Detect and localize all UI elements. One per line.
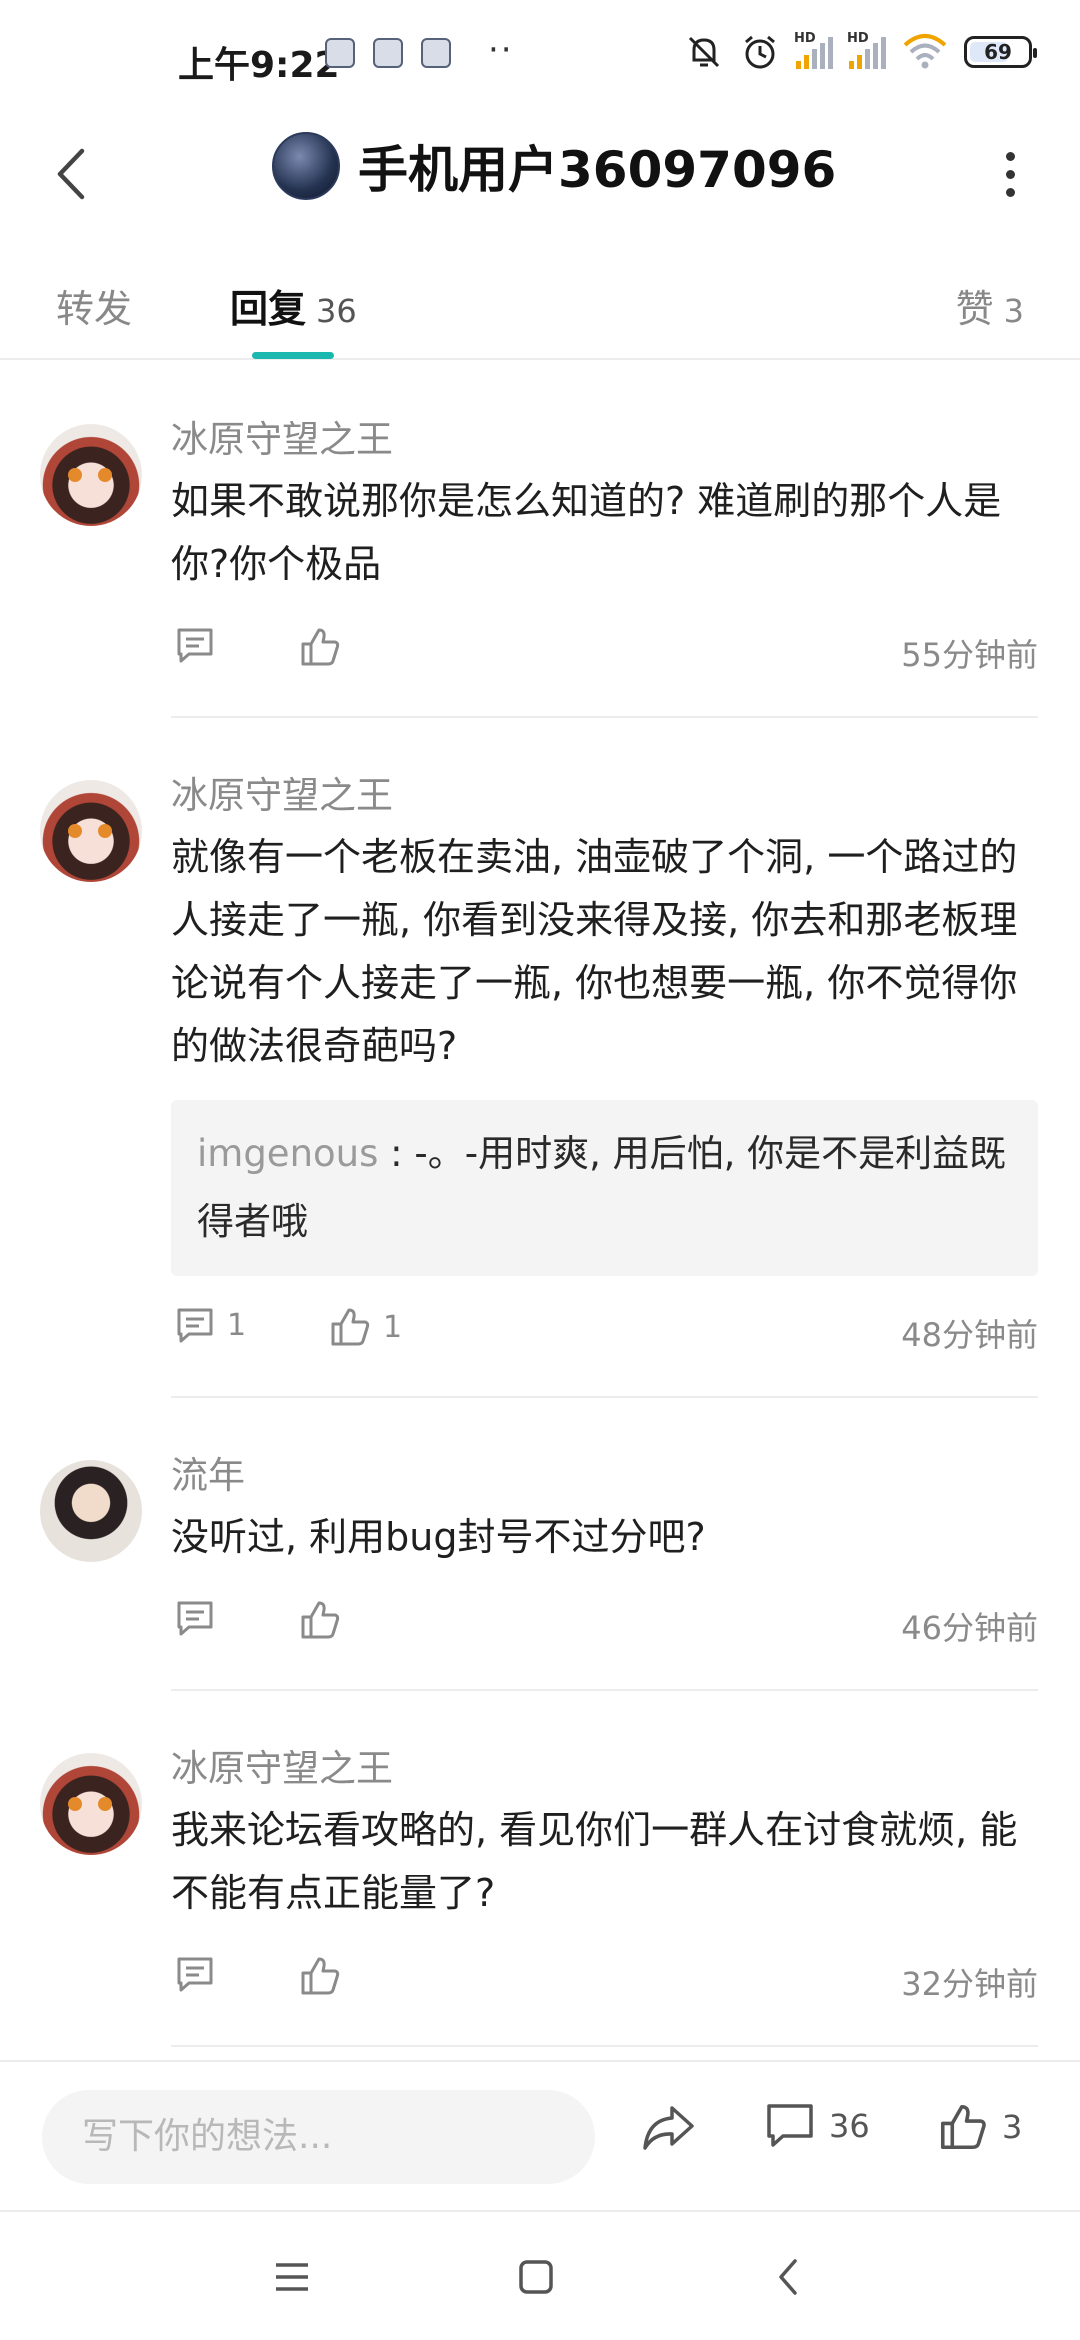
reply-button[interactable] (175, 1599, 215, 1637)
tab-forward[interactable]: 转发 (56, 278, 132, 333)
active-tab-indicator (252, 352, 334, 359)
signal-strength-icon: HD (794, 31, 833, 69)
more-options-button[interactable] (980, 142, 1040, 206)
avatar[interactable] (40, 780, 142, 882)
comment-text[interactable]: 如果不敢说那你是怎么知道的? 难道刷的那个人是你?你个极品 (171, 470, 1038, 596)
comment-author[interactable]: 冰原守望之王 (171, 1743, 1038, 1795)
reply-button[interactable] (175, 626, 215, 664)
comment-list: 冰原守望之王 如果不敢说那你是怎么知道的? 难道刷的那个人是你?你个极品 55分… (0, 362, 1080, 2047)
comment-icon (177, 1601, 213, 1636)
comment-actions: 32分钟前 (171, 1951, 1038, 2011)
avatar[interactable] (40, 1460, 142, 1562)
like-button[interactable]: 1 (329, 1306, 402, 1348)
tab-label: 回复 (230, 287, 307, 331)
like-count: 1 (383, 1309, 403, 1345)
quoted-reply[interactable]: imgenous : -。-用时爽, 用后怕, 你是不是利益既得者哦 (171, 1100, 1038, 1276)
app-notification-icon (373, 38, 403, 68)
app-notification-icon (325, 38, 355, 68)
comment-timestamp: 32分钟前 (901, 1965, 1038, 2003)
share-arrow-icon (643, 2106, 694, 2150)
title-bar: 手机用户36097096 (0, 120, 1080, 230)
status-app-icons (325, 38, 451, 68)
status-time: 上午9:22 (178, 45, 340, 86)
thumbs-up-icon (301, 1957, 340, 1995)
like-button[interactable]: 3 (938, 2102, 1022, 2152)
comment-timestamp: 46分钟前 (901, 1609, 1038, 1647)
menu-icon (276, 2263, 308, 2291)
comment-item: 冰原守望之王 就像有一个老板在卖油, 油壶破了个洞, 一个路过的人接走了一瓶, … (0, 718, 1080, 1398)
thumbs-up-icon (940, 2104, 986, 2150)
hd-label: HD (847, 31, 869, 46)
app-notification-icon (421, 38, 451, 68)
chevron-left-icon (57, 148, 85, 200)
quote-separator: : (378, 1132, 415, 1175)
nav-back-button[interactable] (758, 2252, 818, 2302)
chevron-left-icon (779, 2259, 797, 2295)
status-more-indicator: ·· (488, 30, 514, 70)
like-button[interactable] (299, 626, 341, 668)
comments-button[interactable]: 36 (765, 2102, 870, 2150)
reply-button[interactable]: 1 (175, 1306, 246, 1344)
quote-author[interactable]: imgenous (197, 1132, 378, 1175)
like-count: 3 (1002, 2108, 1023, 2146)
comment-icon (177, 1957, 213, 1992)
tab-label: 转发 (56, 287, 133, 331)
status-indicators: HD HD 69 (684, 31, 1037, 72)
tab-label: 赞 (955, 287, 994, 331)
comment-timestamp: 55分钟前 (901, 636, 1038, 674)
back-button[interactable] (36, 138, 108, 210)
page-title-group[interactable]: 手机用户36097096 (272, 130, 836, 202)
comment-timestamp: 48分钟前 (901, 1316, 1038, 1354)
avatar[interactable] (272, 132, 340, 200)
comment-text[interactable]: 没听过, 利用bug封号不过分吧? (171, 1506, 1038, 1569)
comment-count: 36 (829, 2107, 870, 2145)
tab-bar: 转发 回复 36 赞 3 (0, 260, 1080, 360)
hd-label: HD (794, 31, 816, 46)
thumbs-up-icon (301, 628, 340, 666)
share-button[interactable] (640, 2102, 696, 2152)
page-title: 手机用户36097096 (358, 141, 837, 199)
comment-text[interactable]: 我来论坛看攻略的, 看见你们一群人在讨食就烦, 能不能有点正能量了? (171, 1799, 1038, 1925)
battery-icon: 69 (964, 36, 1037, 68)
comment-input[interactable]: 写下你的想法... (42, 2090, 595, 2184)
nav-menu-button[interactable] (262, 2252, 322, 2302)
reply-count: 1 (227, 1307, 247, 1343)
mute-bell-icon (688, 36, 720, 68)
home-square-icon (519, 2260, 553, 2294)
thumbs-up-icon (331, 1308, 370, 1346)
avatar[interactable] (40, 424, 142, 526)
comment-actions: 55分钟前 (171, 622, 1038, 682)
nav-home-button[interactable] (506, 2252, 566, 2302)
comment-actions: 1 1 48分钟前 (171, 1302, 1038, 1362)
tab-replies[interactable]: 回复 36 (230, 278, 357, 333)
comment-author[interactable]: 流年 (171, 1450, 1038, 1502)
signal-strength-icon: HD (847, 31, 886, 69)
thumbs-up-icon (301, 1601, 340, 1639)
like-button[interactable] (299, 1599, 341, 1641)
reply-button[interactable] (175, 1955, 215, 1993)
comment-actions: 46分钟前 (171, 1595, 1038, 1655)
alarm-icon (745, 35, 775, 69)
divider (171, 2045, 1038, 2047)
comment-icon (177, 1308, 213, 1343)
system-nav-bar (0, 2210, 1080, 2340)
tab-likes[interactable]: 赞 3 (956, 278, 1024, 333)
comment-icon (767, 2104, 813, 2147)
comment-item: 流年 没听过, 利用bug封号不过分吧? 46分钟前 (0, 1398, 1080, 1691)
wifi-icon (903, 34, 947, 69)
bottom-action-bar: 写下你的想法... 36 3 (0, 2060, 1080, 2208)
comment-icon (177, 628, 213, 663)
status-bar: 上午9:22 ·· HD HD 69 (0, 0, 1080, 120)
comment-text[interactable]: 就像有一个老板在卖油, 油壶破了个洞, 一个路过的人接走了一瓶, 你看到没来得及… (171, 826, 1038, 1078)
comment-author[interactable]: 冰原守望之王 (171, 414, 1038, 466)
comment-item: 冰原守望之王 如果不敢说那你是怎么知道的? 难道刷的那个人是你?你个极品 55分… (0, 362, 1080, 718)
tab-count: 36 (316, 292, 357, 330)
like-button[interactable] (299, 1955, 341, 1997)
comment-author[interactable]: 冰原守望之王 (171, 770, 1038, 822)
avatar[interactable] (40, 1753, 142, 1855)
comment-item: 冰原守望之王 我来论坛看攻略的, 看见你们一群人在讨食就烦, 能不能有点正能量了… (0, 1691, 1080, 2047)
battery-level: 69 (984, 40, 1012, 64)
tab-count: 3 (1003, 292, 1024, 330)
